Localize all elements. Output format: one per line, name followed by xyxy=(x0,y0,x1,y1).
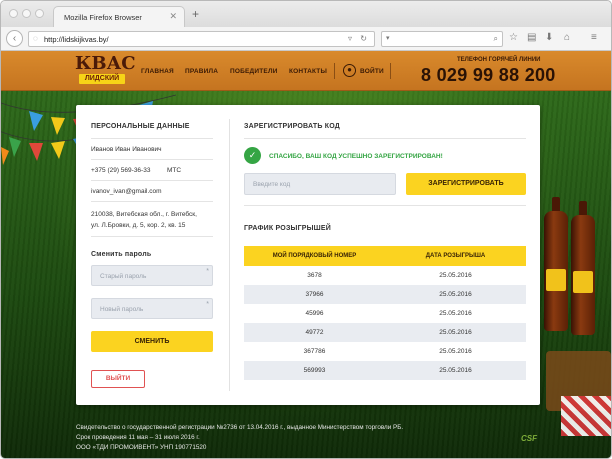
column-header-date: ДАТА РОЗЫГРЫША xyxy=(425,253,486,259)
close-tab-icon[interactable]: ✕ xyxy=(169,11,177,22)
change-password-button[interactable]: СМЕНИТЬ xyxy=(91,331,213,352)
browser-tab[interactable]: Mozilla Firefox Browser ✕ xyxy=(53,6,185,27)
required-marker: * xyxy=(206,268,209,275)
search-bar[interactable]: ▾ ⌕ xyxy=(381,31,503,47)
footer-period: Срок проведения 11 мая – 31 июля 2016 г. xyxy=(76,434,200,441)
success-message: СПАСИБО, ВАШ КОД УСПЕШНО ЗАРЕГИСТРИРОВАН… xyxy=(269,153,443,160)
change-password-title: Сменить пароль xyxy=(91,251,152,258)
old-password-field[interactable]: Старый пароль * xyxy=(91,265,213,286)
table-row: 569993 25.05.2016 xyxy=(244,361,526,380)
schedule-title: ГРАФИК РОЗЫГРЫШЕЙ xyxy=(244,225,332,232)
row-number: 49772 xyxy=(305,329,324,336)
user-operator: МТС xyxy=(167,167,182,174)
globe-icon: ◌ xyxy=(33,34,38,43)
kvas-logo[interactable]: КВАС ЛИДСКИЙ xyxy=(75,53,136,87)
user-address-line2: ул. Л.Бровки, д. 5, кор. 2, кв. 15 xyxy=(91,222,186,229)
site-header: КВАС ЛИДСКИЙ ГЛАВНАЯ ПРАВИЛА ПОБЕДИТЕЛИ … xyxy=(1,51,611,91)
navigation-bar: ‹ ◌ http://lidskijkvas.by/ ▿ ↻ ▾ ⌕ ☆ ▤ ⬇… xyxy=(1,27,611,51)
user-name: Иванов Иван Иванович xyxy=(91,146,162,153)
search-engine-dropdown-icon[interactable]: ▾ xyxy=(386,34,390,42)
menu-item-rules[interactable]: ПРАВИЛА xyxy=(185,68,218,75)
row-number: 569993 xyxy=(303,367,326,374)
user-phone: +375 (29) 569-36-33 xyxy=(91,167,151,174)
row-number: 45996 xyxy=(305,310,324,317)
address-bar[interactable]: ◌ http://lidskijkvas.by/ ▿ ↻ xyxy=(28,31,375,47)
close-window-button[interactable] xyxy=(9,9,18,18)
register-code-title: ЗАРЕГИСТРИРОВАТЬ КОД xyxy=(244,123,340,130)
menu-item-contacts[interactable]: КОНТАКТЫ xyxy=(289,68,327,75)
table-header: МОЙ ПОРЯДКОВЫЙ НОМЕР ДАТА РОЗЫГРЫША xyxy=(244,246,526,266)
download-icon[interactable]: ⬇ xyxy=(545,32,553,43)
logo-sub-text: ЛИДСКИЙ xyxy=(79,74,125,84)
reader-icon[interactable]: ▤ xyxy=(527,32,536,43)
menu-icon[interactable]: ≡ xyxy=(591,32,597,43)
title-bar: Mozilla Firefox Browser ✕ + xyxy=(1,1,611,27)
tab-title: Mozilla Firefox Browser xyxy=(64,13,142,22)
browser-window: Mozilla Firefox Browser ✕ + ‹ ◌ http://l… xyxy=(0,0,612,459)
logout-button[interactable]: ВЫЙТИ xyxy=(91,370,145,388)
table-row: 45996 25.05.2016 xyxy=(244,304,526,323)
back-icon[interactable]: ‹ xyxy=(6,30,23,47)
table-row: 49772 25.05.2016 xyxy=(244,323,526,342)
new-tab-icon[interactable]: + xyxy=(192,8,199,20)
footer-registration: Свидетельство о государственной регистра… xyxy=(76,424,404,431)
header-divider xyxy=(334,63,335,79)
zoom-window-button[interactable] xyxy=(35,9,44,18)
column-header-number: МОЙ ПОРЯДКОВЫЙ НОМЕР xyxy=(272,253,357,259)
required-marker: * xyxy=(206,301,209,308)
code-placeholder: Введите код xyxy=(253,181,291,188)
row-date: 25.05.2016 xyxy=(439,310,472,317)
hotline-phone[interactable]: 8 029 99 88 200 xyxy=(421,65,556,86)
personal-data-title: ПЕРСОНАЛЬНЫЕ ДАННЫЕ xyxy=(91,123,190,130)
row-number: 367786 xyxy=(303,348,326,355)
footer-company: ООО «ТДИ ПРОМОИВЕНТ» УНП 190771520 xyxy=(76,444,207,451)
row-date: 25.05.2016 xyxy=(439,329,472,336)
bookmark-icon[interactable]: ☆ xyxy=(509,32,518,43)
menu-item-winners[interactable]: ПОБЕДИТЕЛИ xyxy=(230,68,278,75)
user-address-line1: 210038, Витебская обл., г. Витебск, xyxy=(91,211,197,218)
url-text: http://lidskijkvas.by/ xyxy=(44,35,109,44)
table-row: 367786 25.05.2016 xyxy=(244,342,526,361)
row-date: 25.05.2016 xyxy=(439,367,472,374)
table-row: 37966 25.05.2016 xyxy=(244,285,526,304)
code-input[interactable]: Введите код xyxy=(244,173,396,195)
row-number: 3678 xyxy=(307,272,322,279)
hotline-label: ТЕЛЕФОН ГОРЯЧЕЙ ЛИНИИ xyxy=(457,57,541,63)
user-icon[interactable]: ● xyxy=(343,64,356,77)
row-date: 25.05.2016 xyxy=(439,272,472,279)
new-password-placeholder: Новый пароль xyxy=(100,306,144,313)
minimize-window-button[interactable] xyxy=(22,9,31,18)
header-divider xyxy=(390,63,391,79)
old-password-placeholder: Старый пароль xyxy=(100,273,147,280)
home-icon[interactable]: ⌂ xyxy=(564,32,570,43)
personal-data-column: ПЕРСОНАЛЬНЫЕ ДАННЫЕ Иванов Иван Иванович… xyxy=(76,105,228,405)
web-page: КВАС ЛИДСКИЙ ГЛАВНАЯ ПРАВИЛА ПОБЕДИТЕЛИ … xyxy=(1,51,611,458)
row-date: 25.05.2016 xyxy=(439,291,472,298)
new-password-field[interactable]: Новый пароль * xyxy=(91,298,213,319)
success-check-icon: ✓ xyxy=(244,147,261,164)
row-number: 37966 xyxy=(305,291,324,298)
row-date: 25.05.2016 xyxy=(439,348,472,355)
register-code-button[interactable]: ЗАРЕГИСТРИРОВАТЬ xyxy=(406,173,526,195)
search-icon[interactable]: ⌕ xyxy=(494,34,498,44)
reload-icon[interactable]: ▿ ↻ xyxy=(348,34,370,43)
table-row: 3678 25.05.2016 xyxy=(244,266,526,285)
login-link[interactable]: ВОЙТИ xyxy=(360,68,384,75)
csf-logo[interactable]: CSF xyxy=(521,434,537,443)
logo-main-text: КВАС xyxy=(75,53,136,74)
user-email: ivanov_ivan@gmail.com xyxy=(91,188,162,195)
menu-item-home[interactable]: ГЛАВНАЯ xyxy=(141,68,174,75)
column-divider xyxy=(229,119,230,391)
